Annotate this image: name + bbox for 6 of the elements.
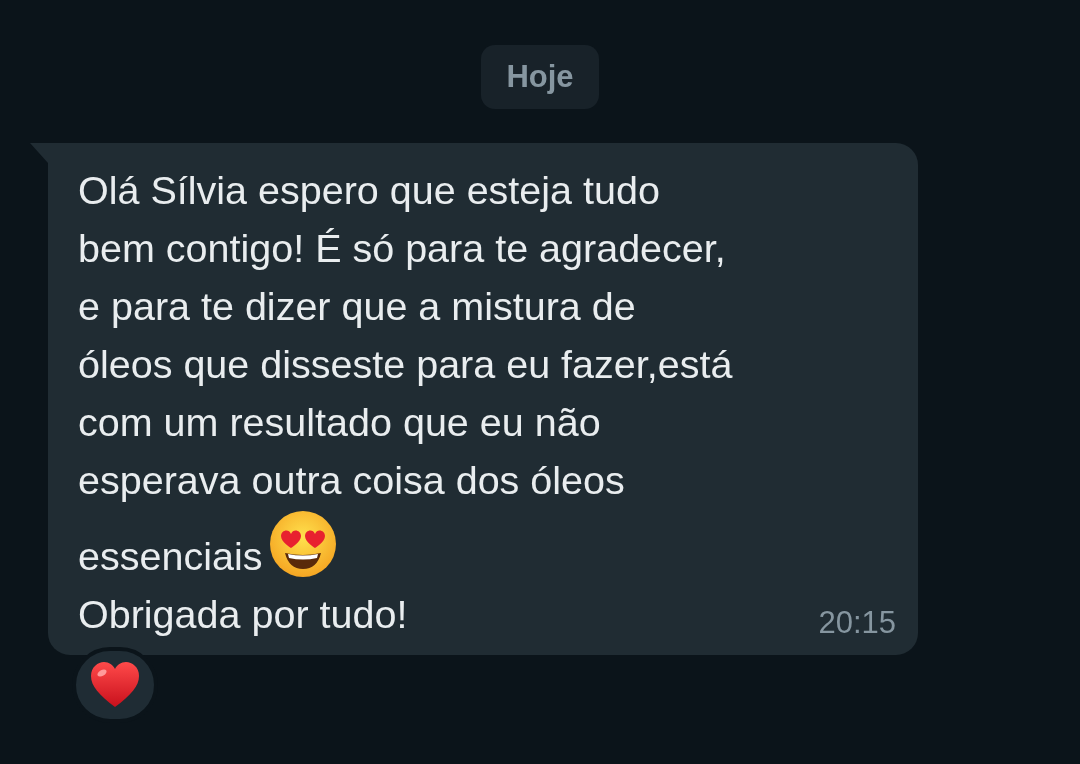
- message-text: Olá Sílvia espero que esteja tudo bem contigo! É só para te agradecer, e para te dizer que a mistura de óleos que disseste para eu fazer,está com um resultado que eu não esperava outra coisa dos óleos: [78, 167, 733, 504]
- message-text: essenciais: [78, 533, 263, 580]
- message-text: Obrigada por tudo!: [78, 591, 408, 638]
- heart-icon: [89, 661, 141, 709]
- heart-eyes-emoji-icon: [268, 509, 339, 579]
- message-time: 20:15: [818, 604, 896, 642]
